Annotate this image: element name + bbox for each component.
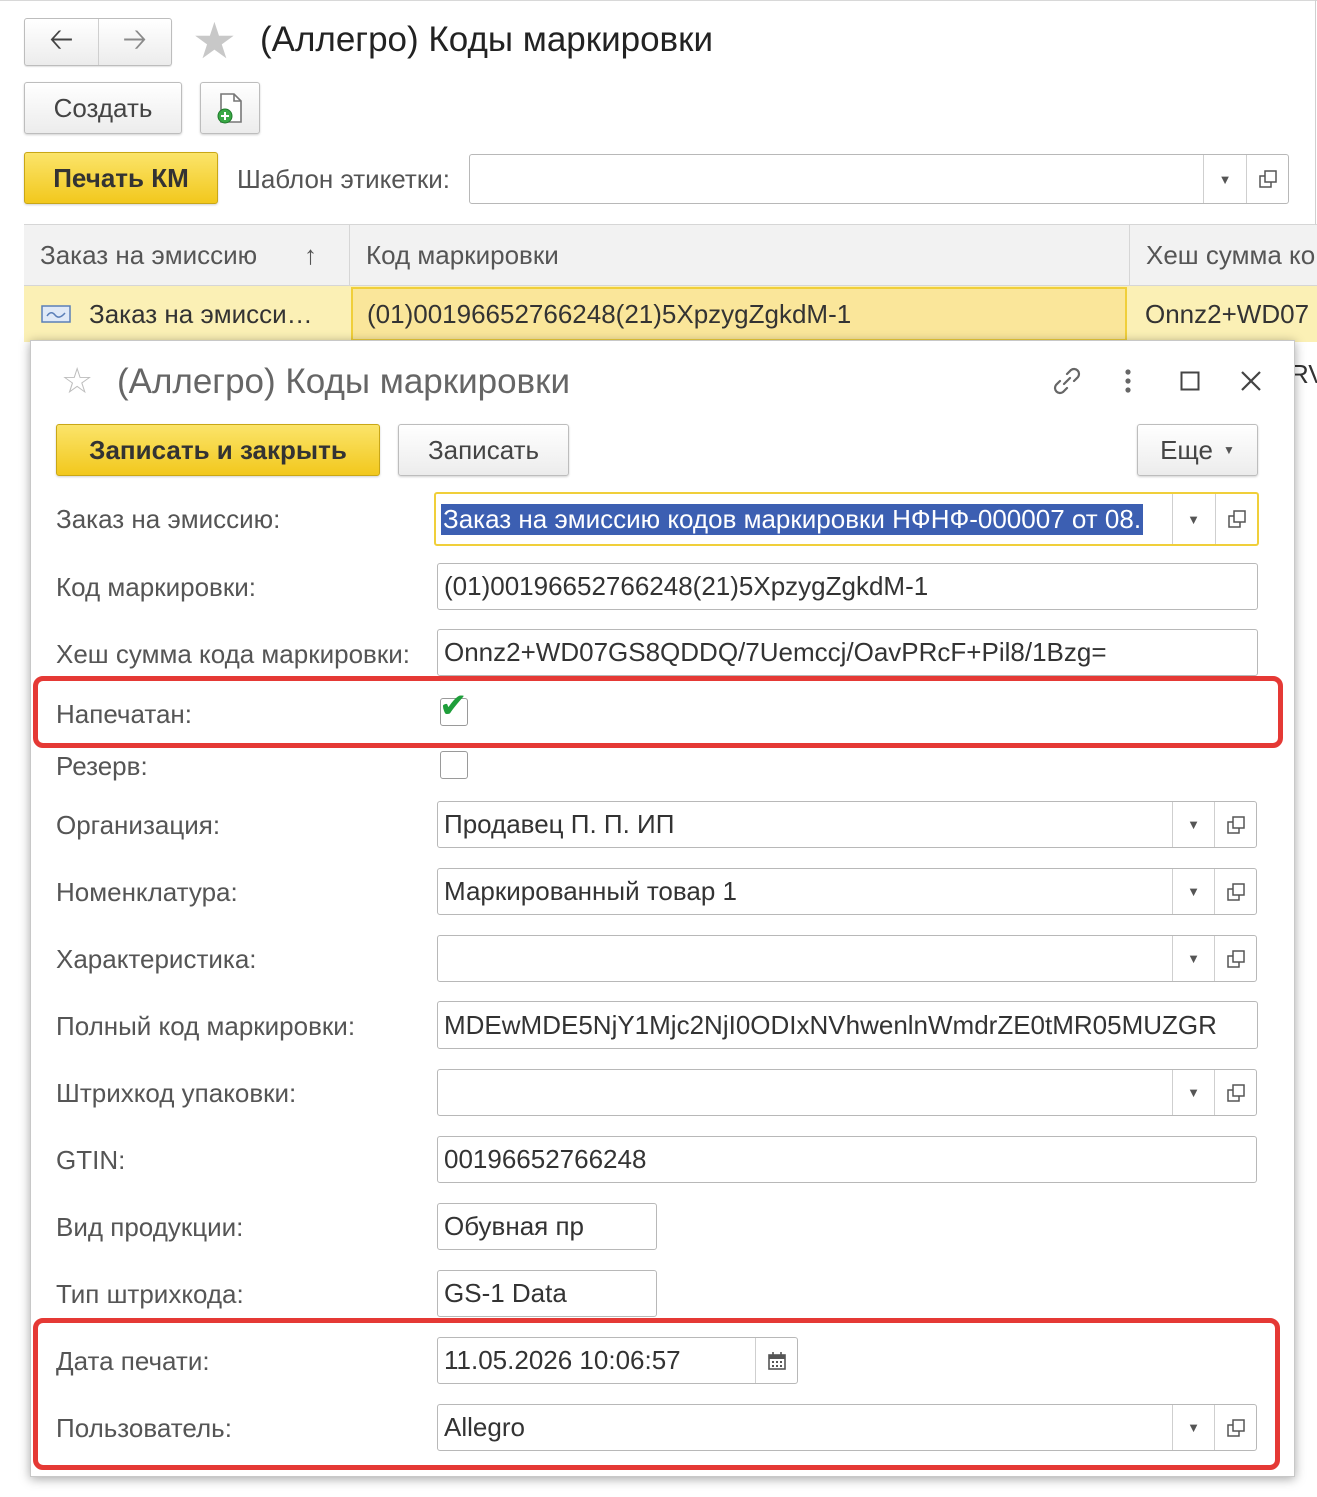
row-hash-cell: Onnz2+WD07	[1145, 298, 1310, 329]
product-type-label: Вид продукции:	[56, 1212, 244, 1242]
document-icon	[41, 305, 71, 328]
reserve-checkbox[interactable]	[440, 751, 468, 779]
more-actions-icon[interactable]	[1108, 361, 1148, 401]
open-icon[interactable]	[1214, 869, 1256, 914]
column-header-order-label: Заказ на эмиссию	[40, 239, 258, 270]
order-label: Заказ на эмиссию:	[56, 504, 281, 534]
dropdown-icon[interactable]: ▼	[1172, 1070, 1214, 1115]
print-km-button[interactable]: Печать КМ	[24, 152, 218, 204]
window-right-border	[1315, 0, 1316, 225]
column-header-hash-label: Хеш сумма ко	[1146, 239, 1316, 270]
more-menu-label: Еще	[1160, 434, 1213, 465]
order-value: Заказ на эмиссию кодов маркировки НФНФ-0…	[441, 503, 1144, 535]
dropdown-icon[interactable]: ▼	[1172, 802, 1214, 847]
organization-field[interactable]: Продавец П. П. ИП ▼	[437, 801, 1257, 848]
create-copy-button[interactable]	[200, 82, 260, 134]
organization-label: Организация:	[56, 810, 221, 840]
hash-value: Onnz2+WD07GS8QDDQ/7Uemccj/OavPRcF+Pil8/1…	[444, 637, 1107, 667]
barcode-type-value: GS-1 Data	[444, 1278, 567, 1308]
gtin-label: GTIN:	[56, 1145, 126, 1175]
reserve-label: Резерв:	[56, 751, 148, 781]
full-code-field[interactable]: MDEwMDE5NjY1Mjc2NjI0ODIxNVhwenlnWmdrZE0t…	[437, 1001, 1258, 1049]
gtin-field[interactable]: 00196652766248	[437, 1136, 1257, 1183]
full-code-label: Полный код маркировки:	[56, 1011, 356, 1041]
sort-arrow-icon[interactable]: ↑	[294, 225, 344, 285]
table-header: Заказ на эмиссию ↑ Код маркировки Хеш су…	[24, 224, 1317, 286]
record-form-dialog: ☆ (Аллегро) Коды маркировки Записать и з…	[30, 340, 1295, 1477]
barcode-type-label: Тип штрихкода:	[56, 1279, 244, 1309]
save-button[interactable]: Записать	[398, 424, 569, 476]
window-top-border	[0, 0, 1317, 1]
dropdown-icon[interactable]: ▼	[1172, 936, 1214, 981]
product-type-field[interactable]: Обувная пр	[437, 1203, 657, 1250]
add-document-icon	[217, 93, 242, 124]
dropdown-icon[interactable]: ▼	[1172, 869, 1214, 914]
link-icon[interactable]	[1047, 361, 1087, 401]
dropdown-icon[interactable]: ▼	[1172, 494, 1214, 544]
product-type-value: Обувная пр	[444, 1211, 585, 1241]
arrow-left-icon[interactable]: 🡠	[25, 19, 98, 65]
code-value: (01)00196652766248(21)5XpzygZgkdM-1	[444, 571, 929, 601]
nomenclature-label: Номенклатура:	[56, 877, 238, 907]
open-icon[interactable]	[1214, 936, 1256, 981]
open-icon[interactable]	[1214, 1070, 1256, 1115]
page-title: (Аллегро) Коды маркировки	[260, 20, 714, 59]
create-button[interactable]: Создать	[24, 82, 182, 134]
full-code-value: MDEwMDE5NjY1Mjc2NjI0ODIxNVhwenlnWmdrZE0t…	[444, 1009, 1217, 1040]
template-input[interactable]	[469, 154, 1289, 204]
order-field[interactable]: Заказ на эмиссию кодов маркировки НФНФ-0…	[434, 492, 1259, 546]
navigation-buttons: 🡠 🡢	[24, 18, 172, 66]
maximize-icon[interactable]	[1170, 361, 1210, 401]
column-header-hash[interactable]: Хеш сумма ко	[1130, 225, 1317, 285]
template-label: Шаблон этикетки:	[237, 164, 450, 194]
chevron-down-icon: ▼	[1223, 443, 1235, 457]
code-field[interactable]: (01)00196652766248(21)5XpzygZgkdM-1	[437, 563, 1258, 610]
column-header-code[interactable]: Код маркировки	[350, 225, 1130, 285]
open-icon[interactable]	[1215, 494, 1257, 544]
favorite-star-icon[interactable]: ★	[192, 16, 237, 66]
hash-label: Хеш сумма кода маркировки:	[56, 639, 410, 669]
gtin-value: 00196652766248	[444, 1144, 647, 1174]
close-icon[interactable]	[1231, 361, 1271, 401]
template-dropdown-icon[interactable]: ▼	[1203, 155, 1246, 203]
column-header-code-label: Код маркировки	[366, 239, 559, 270]
highlight-print-date-user	[33, 1318, 1280, 1470]
code-label: Код маркировки:	[56, 572, 256, 602]
characteristic-label: Характеристика:	[56, 944, 257, 974]
arrow-right-icon[interactable]: 🡢	[97, 19, 172, 65]
table-row[interactable]: Заказ на эмисси… (01)00196652766248(21)5…	[24, 286, 1317, 342]
save-and-close-button[interactable]: Записать и закрыть	[56, 424, 380, 476]
nomenclature-field[interactable]: Маркированный товар 1 ▼	[437, 868, 1257, 915]
column-header-order[interactable]: Заказ на эмиссию	[24, 225, 304, 285]
organization-value: Продавец П. П. ИП	[444, 809, 675, 839]
highlight-printed	[33, 676, 1283, 748]
row-code-cell[interactable]: (01)00196652766248(21)5XpzygZgkdM-1	[351, 287, 1127, 341]
characteristic-field[interactable]: ▼	[437, 935, 1257, 982]
template-open-icon[interactable]	[1246, 155, 1288, 203]
open-icon[interactable]	[1214, 802, 1256, 847]
more-menu-button[interactable]: Еще ▼	[1137, 424, 1258, 476]
row-order-cell: Заказ на эмисси…	[89, 298, 313, 329]
barcode-type-field[interactable]: GS-1 Data	[437, 1270, 657, 1317]
package-barcode-label: Штрихкод упаковки:	[56, 1078, 297, 1108]
package-barcode-field[interactable]: ▼	[437, 1069, 1257, 1116]
nomenclature-value: Маркированный товар 1	[444, 876, 738, 906]
hash-field[interactable]: Onnz2+WD07GS8QDDQ/7Uemccj/OavPRcF+Pil8/1…	[437, 629, 1258, 676]
favorite-star-icon[interactable]: ☆	[61, 363, 93, 399]
form-title: (Аллегро) Коды маркировки	[117, 362, 571, 401]
